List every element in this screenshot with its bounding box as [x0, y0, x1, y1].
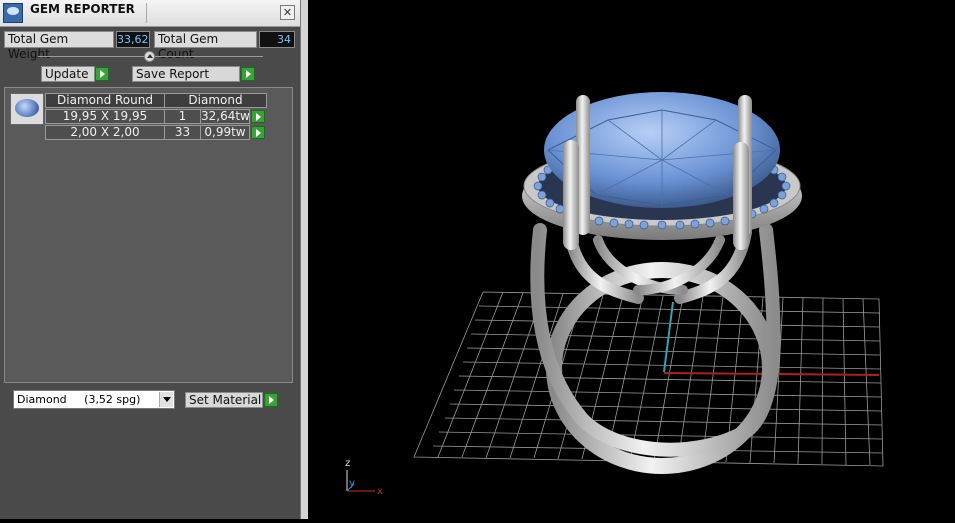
update-label: Update	[45, 67, 89, 81]
close-icon: ✕	[282, 6, 293, 19]
title-bar: GEM REPORTER ✕	[0, 0, 300, 27]
row1-count: 1	[164, 109, 201, 124]
ground-grid	[413, 291, 884, 467]
chevron-down-icon[interactable]	[159, 392, 173, 407]
axis-label-z: z	[345, 458, 350, 469]
axis-label-y: y	[349, 478, 355, 489]
update-button[interactable]: Update	[41, 66, 95, 82]
row2-weight: 0,99tw	[200, 125, 250, 140]
axis-label-x: x	[377, 486, 383, 497]
total-gem-count-value: 34	[259, 31, 295, 48]
row2-count: 33	[164, 125, 201, 140]
3d-viewport[interactable]: z y x	[308, 0, 955, 519]
column-header-material: Diamond	[164, 93, 267, 108]
save-report-label: Save Report	[136, 67, 210, 81]
set-material-run-icon[interactable]	[264, 393, 278, 407]
save-report-button[interactable]: Save Report	[132, 66, 240, 82]
set-material-label: Set Material	[189, 393, 262, 407]
gem-reporter-icon	[3, 3, 23, 23]
column-header-shape: Diamond Round	[45, 93, 165, 108]
material-select-value: Diamond (3,52 spg)	[17, 393, 141, 406]
row1-expand-icon[interactable]	[251, 110, 265, 123]
gem-reporter-panel: GEM REPORTER ✕ Total Gem Weight 33,62 To…	[0, 0, 300, 519]
update-run-icon[interactable]	[95, 67, 109, 81]
collapse-icon[interactable]	[144, 51, 155, 62]
total-gem-weight-label: Total Gem Weight	[4, 31, 114, 61]
total-gem-count-label: Total Gem Count	[154, 31, 257, 61]
title-separator	[146, 3, 147, 23]
row2-expand-icon[interactable]	[251, 126, 265, 139]
row1-weight: 32,64tw	[200, 109, 250, 124]
row1-size: 19,95 X 19,95	[45, 109, 165, 124]
panel-splitter[interactable]	[300, 0, 308, 519]
set-material-button[interactable]: Set Material	[185, 392, 263, 408]
material-select[interactable]: Diamond (3,52 spg)	[13, 390, 175, 409]
diamond-round-thumbnail	[10, 93, 44, 125]
axis-triad: z y x	[345, 458, 383, 497]
total-gem-weight-value: 33,62	[116, 31, 150, 48]
panel-title: GEM REPORTER	[30, 2, 135, 16]
close-button[interactable]: ✕	[280, 5, 295, 20]
gem-icon	[15, 99, 39, 117]
ring-scene: z y x	[345, 92, 884, 497]
row2-size: 2,00 X 2,00	[45, 125, 165, 140]
save-report-run-icon[interactable]	[241, 67, 255, 81]
